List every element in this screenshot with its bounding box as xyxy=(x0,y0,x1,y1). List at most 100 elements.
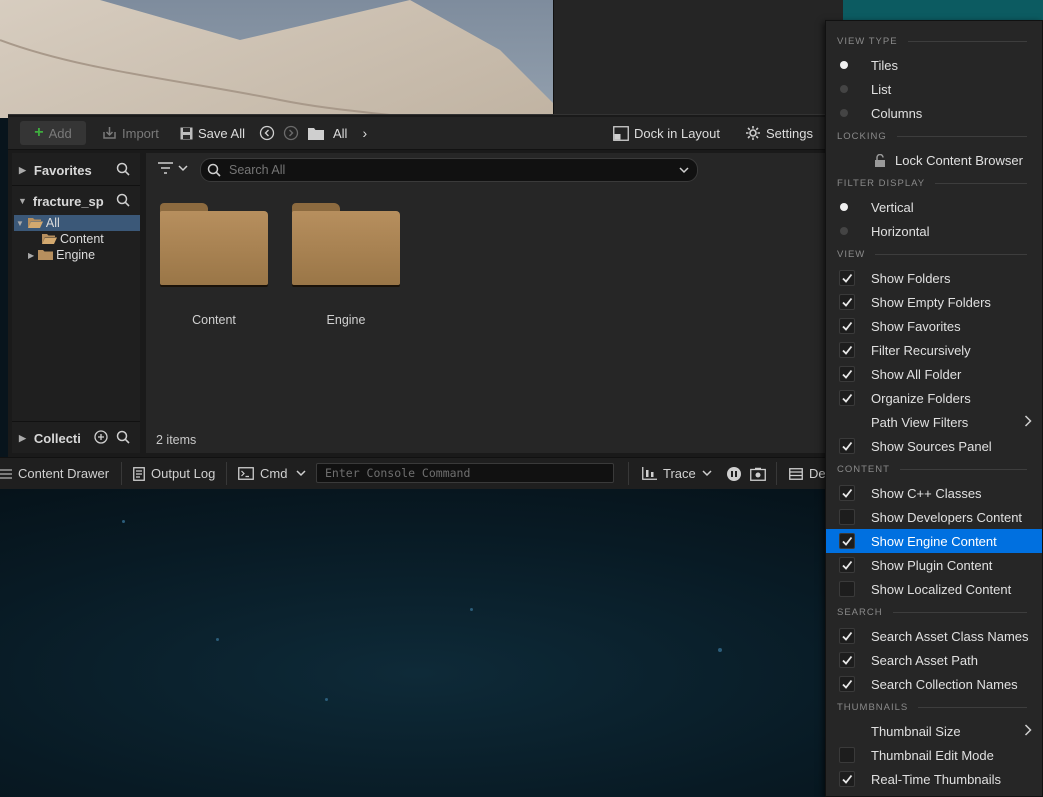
checkbox-checked-icon[interactable] xyxy=(839,557,855,573)
import-icon xyxy=(102,126,117,140)
output-log-button[interactable]: Output Log xyxy=(133,458,215,489)
derived-data-button[interactable]: De xyxy=(789,458,826,489)
chevron-down-icon xyxy=(702,470,712,477)
settings-button[interactable]: Settings xyxy=(745,121,813,145)
terrain-mountain xyxy=(0,0,553,118)
checkbox-checked-icon[interactable] xyxy=(839,342,855,358)
menu-item-show-plugin-content[interactable]: Show Plugin Content xyxy=(826,553,1042,577)
folder-label: Content xyxy=(192,313,236,327)
checkbox-checked-icon[interactable] xyxy=(839,485,855,501)
menu-item-search-collection-names[interactable]: Search Collection Names xyxy=(826,672,1042,696)
import-button[interactable]: Import xyxy=(102,121,159,145)
console-placeholder: Enter Console Command xyxy=(325,466,471,480)
menu-item-search-asset-class-names[interactable]: Search Asset Class Names xyxy=(826,624,1042,648)
checkbox-checked-icon[interactable] xyxy=(839,438,855,454)
tree-item-engine[interactable]: ▶ Engine xyxy=(14,247,140,263)
breadcrumb-all[interactable]: All › xyxy=(308,121,367,145)
menu-item-show-sources-panel[interactable]: Show Sources Panel xyxy=(826,434,1042,458)
add-collection-icon[interactable] xyxy=(94,429,108,447)
bottom-toolbar: Content Drawer Output Log Cmd Enter Cons… xyxy=(0,457,830,489)
search-icon[interactable] xyxy=(116,430,130,447)
checkbox-checked-icon[interactable] xyxy=(839,652,855,668)
checkbox-checked-icon[interactable] xyxy=(839,390,855,406)
cmd-dropdown[interactable]: Cmd xyxy=(238,458,306,489)
menu-item-filter-recursively[interactable]: Filter Recursively xyxy=(826,338,1042,362)
checkbox-unchecked-icon[interactable] xyxy=(839,581,855,597)
menu-item-label: Filter Recursively xyxy=(871,342,971,358)
section-locking: LOCKING xyxy=(837,130,1027,142)
menu-item-show-empty-folders[interactable]: Show Empty Folders xyxy=(826,290,1042,314)
menu-item-search-asset-path[interactable]: Search Asset Path xyxy=(826,648,1042,672)
output-log-label: Output Log xyxy=(151,466,216,481)
folder-tile-engine[interactable]: Engine xyxy=(292,203,400,327)
asset-search-box[interactable] xyxy=(200,158,698,182)
add-button[interactable]: + Add xyxy=(20,121,86,145)
menu-item-label: Show All Folder xyxy=(871,366,962,382)
menu-item-lock-content-browser[interactable]: Lock Content Browser xyxy=(826,148,1042,172)
tree-item-label: Engine xyxy=(56,248,96,262)
collapse-arrow-icon: ▼ xyxy=(18,196,27,206)
menu-item-show-all-folder[interactable]: Show All Folder xyxy=(826,362,1042,386)
checkbox-checked-icon[interactable] xyxy=(839,366,855,382)
checkbox-checked-icon[interactable] xyxy=(839,270,855,286)
cmd-label: Cmd xyxy=(260,466,288,481)
checkbox-unchecked-icon[interactable] xyxy=(839,747,855,763)
menu-item-horizontal[interactable]: Horizontal xyxy=(826,219,1042,243)
menu-item-label: Search Asset Path xyxy=(871,652,978,668)
content-browser: + Add Import Save All All › Dock in Layo… xyxy=(8,114,838,457)
menu-item-show-cpp-classes[interactable]: Show C++ Classes xyxy=(826,481,1042,505)
folder-tile-content[interactable]: Content xyxy=(160,203,268,327)
screenshot-button[interactable] xyxy=(750,458,766,489)
menu-item-path-view-filters[interactable]: Path View Filters xyxy=(826,410,1042,434)
dock-in-layout-button[interactable]: Dock in Layout xyxy=(613,121,720,145)
search-icon[interactable] xyxy=(116,193,130,210)
menu-item-real-time-thumbnails[interactable]: Real-Time Thumbnails xyxy=(826,767,1042,791)
checkbox-checked-icon[interactable] xyxy=(839,533,855,549)
chevron-down-icon[interactable] xyxy=(679,166,689,174)
tree-item-content[interactable]: Content xyxy=(14,231,140,247)
radio-selected-icon xyxy=(840,203,848,211)
section-view-type: VIEW TYPE xyxy=(837,35,1027,47)
menu-item-vertical[interactable]: Vertical xyxy=(826,195,1042,219)
menu-item-show-folders[interactable]: Show Folders xyxy=(826,266,1042,290)
tree-item-all[interactable]: ▼ All xyxy=(14,215,140,231)
back-button[interactable] xyxy=(259,121,275,145)
checkbox-checked-icon[interactable] xyxy=(839,628,855,644)
content-drawer-button[interactable]: Content Drawer xyxy=(0,458,109,489)
tree-item-label: Content xyxy=(60,232,104,246)
checkbox-checked-icon[interactable] xyxy=(839,318,855,334)
search-input[interactable] xyxy=(227,162,679,178)
favorites-header[interactable]: ▶ Favorites xyxy=(12,157,140,183)
menu-item-show-developers-content[interactable]: Show Developers Content xyxy=(826,505,1042,529)
folder-tree: ▼ All Content ▶ Engine xyxy=(14,215,140,263)
record-button[interactable] xyxy=(726,458,742,489)
menu-item-show-engine-content[interactable]: Show Engine Content xyxy=(826,529,1042,553)
section-content: CONTENT xyxy=(837,463,1027,475)
checkbox-unchecked-icon[interactable] xyxy=(839,509,855,525)
settings-menu: VIEW TYPE Tiles List Columns LOCKING Loc… xyxy=(825,20,1043,797)
save-all-button[interactable]: Save All xyxy=(180,121,245,145)
save-all-label: Save All xyxy=(198,125,245,141)
collections-header[interactable]: ▶ Collecti xyxy=(12,425,140,451)
menu-item-label: Search Collection Names xyxy=(871,676,1018,692)
trace-dropdown[interactable]: Trace xyxy=(642,458,712,489)
menu-item-list[interactable]: List xyxy=(826,77,1042,101)
menu-item-show-favorites[interactable]: Show Favorites xyxy=(826,314,1042,338)
checkbox-checked-icon[interactable] xyxy=(839,676,855,692)
console-input[interactable]: Enter Console Command xyxy=(316,463,614,483)
section-title: LOCKING xyxy=(837,130,887,142)
search-icon[interactable] xyxy=(116,162,130,179)
menu-item-organize-folders[interactable]: Organize Folders xyxy=(826,386,1042,410)
menu-item-columns[interactable]: Columns xyxy=(826,101,1042,125)
save-icon xyxy=(180,127,193,140)
project-header[interactable]: ▼ fracture_sp xyxy=(12,188,140,214)
menu-item-tiles[interactable]: Tiles xyxy=(826,53,1042,77)
forward-button[interactable] xyxy=(283,121,299,145)
menu-item-thumbnail-size[interactable]: Thumbnail Size xyxy=(826,719,1042,743)
menu-item-label: Show C++ Classes xyxy=(871,485,982,501)
checkbox-checked-icon[interactable] xyxy=(839,771,855,787)
menu-item-thumbnail-edit-mode[interactable]: Thumbnail Edit Mode xyxy=(826,743,1042,767)
filter-button[interactable] xyxy=(158,162,188,174)
menu-item-show-localized-content[interactable]: Show Localized Content xyxy=(826,577,1042,601)
checkbox-checked-icon[interactable] xyxy=(839,294,855,310)
